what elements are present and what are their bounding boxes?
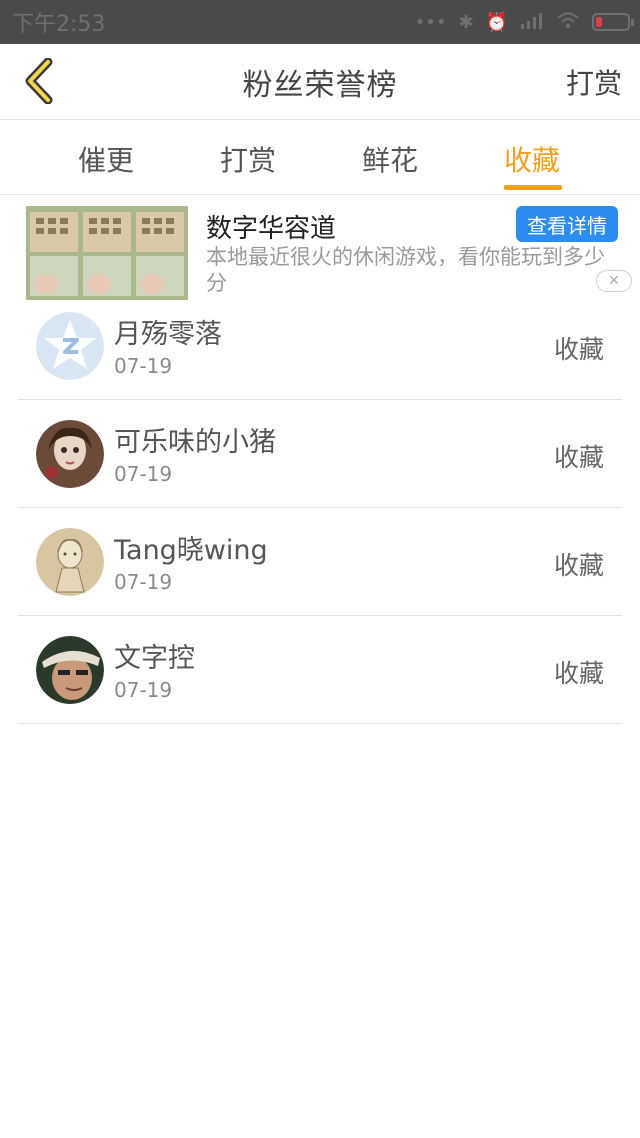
more-dots-icon: ••• [414,11,447,33]
user-name: 月殇零落 [114,319,222,350]
status-bar: 下午2:53 ••• ✱ ⏰ [0,0,640,44]
tab-flowers[interactable]: 鲜花 [362,139,418,179]
tab-urge[interactable]: 催更 [78,139,134,179]
status-icons: ••• ✱ ⏰ [414,11,634,34]
item-action: 收藏 [553,551,604,580]
bluetooth-icon: ✱ [458,11,474,33]
fans-list: 月殇零落 07-19 收藏 可乐味的小猪 07-19 收藏 Tang晓wing … [18,292,622,724]
tab-bar: 催更 打赏 鲜花 收藏 [0,121,640,195]
avatar [36,420,104,488]
item-date: 07-19 [114,354,173,378]
tab-favorites[interactable]: 收藏 [504,139,560,179]
user-name: 文字控 [114,643,195,674]
ad-banner[interactable]: 数字华容道 查看详情 本地最近很火的休闲游戏，看你能玩到多少分 ✕ [0,196,640,300]
item-action: 收藏 [553,443,604,472]
page-title: 粉丝荣誉榜 [242,67,398,103]
active-tab-indicator [504,185,562,190]
item-date: 07-19 [114,678,173,702]
list-item[interactable]: 文字控 07-19 收藏 [18,616,622,724]
view-details-button[interactable]: 查看详情 [516,206,618,242]
item-date: 07-19 [114,570,173,594]
close-ad-button[interactable]: ✕ [596,270,632,292]
item-date: 07-19 [114,462,173,486]
ad-thumbnail [26,206,188,300]
ad-description: 本地最近很火的休闲游戏，看你能玩到多少分 [206,245,605,295]
close-icon: ✕ [608,273,620,289]
alarm-icon: ⏰ [485,11,508,33]
list-item[interactable]: 可乐味的小猪 07-19 收藏 [18,400,622,508]
wifi-icon [556,11,580,34]
status-time: 下午2:53 [12,12,106,37]
avatar [36,312,104,380]
tab-reward[interactable]: 打赏 [220,139,276,179]
avatar [36,528,104,596]
user-name: 可乐味的小猪 [114,427,276,458]
user-name: Tang晓wing [114,535,268,566]
list-item[interactable]: 月殇零落 07-19 收藏 [18,292,622,400]
chevron-left-icon [25,58,53,104]
nav-bar: 粉丝荣誉榜 打赏 [0,44,640,120]
back-button[interactable] [14,56,64,106]
list-item[interactable]: Tang晓wing 07-19 收藏 [18,508,622,616]
reward-button[interactable]: 打赏 [566,62,622,102]
item-action: 收藏 [553,335,604,364]
signal-icon [520,11,544,34]
battery-icon [592,13,634,31]
avatar [36,636,104,704]
item-action: 收藏 [553,659,604,688]
ad-title: 数字华容道 [206,214,337,244]
